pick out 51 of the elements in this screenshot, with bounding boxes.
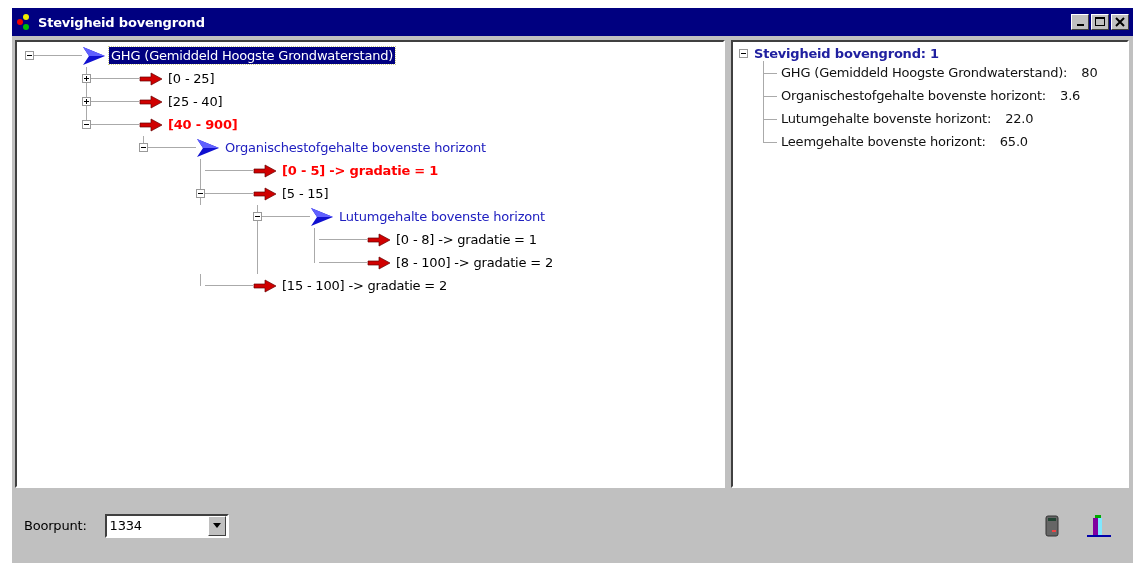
expand-toggle[interactable]	[82, 97, 91, 106]
tree-node-label[interactable]: GHG (Gemiddeld Hoogste Grondwaterstand)	[109, 47, 396, 64]
tree-node-label[interactable]: [0 - 5] -> gradatie = 1	[280, 162, 441, 179]
expand-toggle[interactable]	[253, 212, 262, 221]
result-label: Lutumgehalte bovenste horizont:	[781, 111, 992, 126]
tree-node-label[interactable]: [8 - 100] -> gradatie = 2	[394, 254, 555, 271]
result-value: 80	[1081, 65, 1098, 80]
result-label: Leemgehalte bovenste horizont:	[781, 134, 986, 149]
minimize-button[interactable]	[1071, 14, 1089, 30]
result-label: Organischestofgehalte bovenste horizont:	[781, 88, 1047, 103]
boorpunt-dropdown[interactable]: 1334	[104, 513, 229, 538]
expand-toggle[interactable]	[139, 143, 148, 152]
close-button[interactable]	[1111, 14, 1129, 30]
arrow-icon	[139, 71, 163, 86]
tree-node-label[interactable]: [40 - 900]	[166, 116, 240, 133]
arrow-icon	[139, 94, 163, 109]
result-value: 65.0	[999, 134, 1028, 149]
maximize-icon	[1095, 17, 1105, 27]
window-title: Stevigheid bovengrond	[38, 14, 205, 30]
arrowhead-icon	[310, 206, 334, 227]
tree-node-label[interactable]: [0 - 25]	[166, 70, 217, 87]
expand-toggle[interactable]	[82, 74, 91, 83]
result-label: GHG (Gemiddeld Hoogste Grondwaterstand):	[781, 65, 1068, 80]
tree-node-label[interactable]: [5 - 15]	[280, 185, 331, 202]
arrow-icon	[367, 255, 391, 270]
tree-node-label[interactable]: Lutumgehalte bovenste horizont	[337, 208, 547, 225]
expand-toggle[interactable]	[739, 49, 748, 58]
arrow-icon	[253, 163, 277, 178]
close-icon	[1115, 17, 1125, 27]
arrow-icon	[139, 117, 163, 132]
result-value: 22.0	[1005, 111, 1034, 126]
arrowhead-icon	[196, 137, 220, 158]
result-value: 3.6	[1060, 88, 1081, 103]
bar-chart-icon[interactable]	[1085, 512, 1113, 539]
maximize-button[interactable]	[1091, 14, 1109, 30]
expand-toggle[interactable]	[196, 189, 205, 198]
tree-node-label[interactable]: [15 - 100] -> gradatie = 2	[280, 277, 450, 294]
expand-toggle[interactable]	[25, 51, 34, 60]
tree-node-label[interactable]: Organischestofgehalte bovenste horizont	[223, 139, 488, 156]
arrow-icon	[253, 278, 277, 293]
expand-toggle[interactable]	[82, 120, 91, 129]
minimize-icon	[1076, 24, 1084, 26]
boorpunt-label: Boorpunt:	[24, 518, 87, 533]
tree-node-label[interactable]: [0 - 8] -> gradatie = 1	[394, 231, 539, 248]
calculator-icon[interactable]	[1045, 514, 1059, 537]
arrowhead-icon	[82, 45, 106, 66]
result-title: Stevigheid bovengrond: 1	[754, 46, 939, 61]
caret-icon	[212, 523, 221, 528]
arrow-icon	[253, 186, 277, 201]
arrow-icon	[367, 232, 391, 247]
tree-node-label[interactable]: [25 - 40]	[166, 93, 225, 110]
